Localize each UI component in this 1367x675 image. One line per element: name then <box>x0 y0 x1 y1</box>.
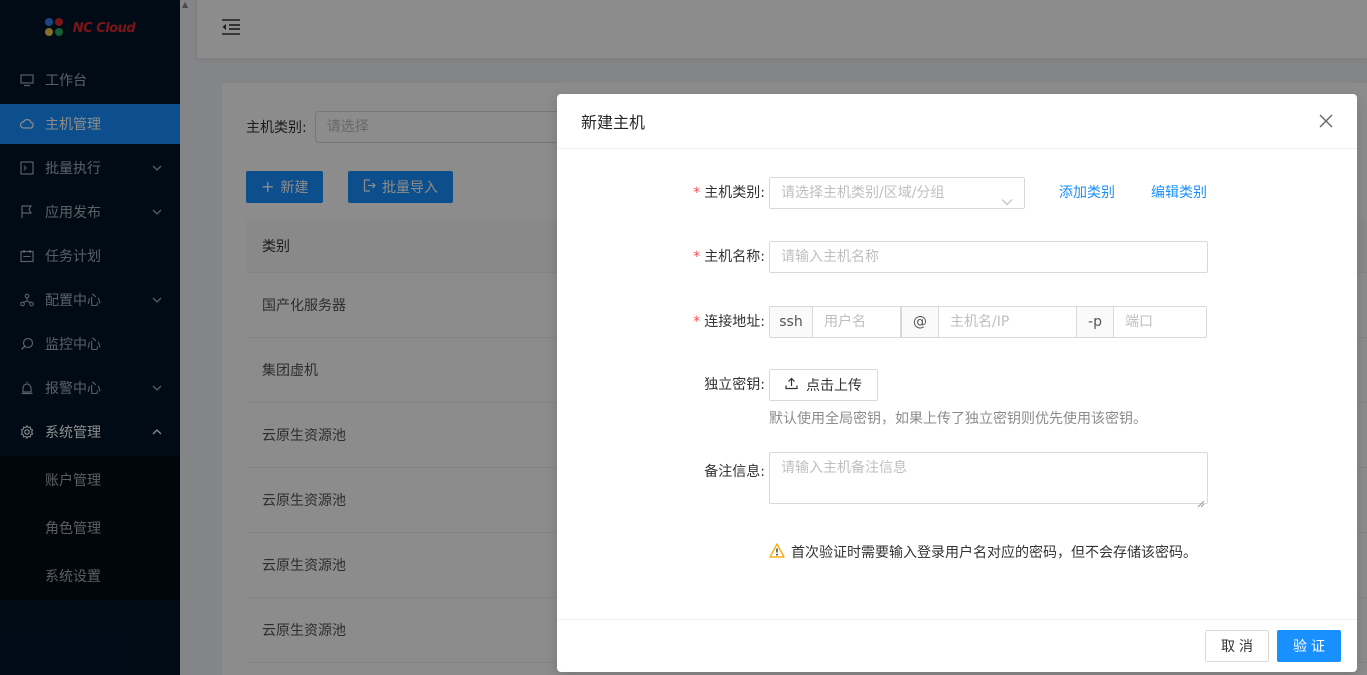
host-name-input[interactable]: 请输入主机名称 <box>769 241 1208 273</box>
name-label: * 主机名称: <box>693 249 765 265</box>
ssh-addon: ssh <box>769 306 813 338</box>
remark-label-text: 备注信息 <box>704 464 761 480</box>
remark-textarea[interactable]: 请输入主机备注信息 <box>769 452 1208 508</box>
hostname-input[interactable]: 主机名/IP <box>938 306 1077 338</box>
upload-button-label: 点击上传 <box>806 378 862 394</box>
new-host-modal: 新建主机 * 主机类别: 请选择主机类别/区域/分组 添加类别 编辑类别 * 主机名… <box>557 94 1357 672</box>
category-label-text: 主机类别 <box>704 185 761 201</box>
address-label-text: 连接地址 <box>704 314 761 330</box>
category-placeholder: 请选择主机类别/区域/分组 <box>781 185 945 201</box>
warning-text: 首次验证时需要输入登录用户名对应的密码，但不会存储该密码。 <box>791 545 1197 561</box>
name-label-text: 主机名称 <box>704 249 761 265</box>
edit-category-link[interactable]: 编辑类别 <box>1151 177 1207 209</box>
warning-icon <box>769 542 785 562</box>
key-help-text: 默认使用全局密钥，如果上传了独立密钥则优先使用该密钥。 <box>769 411 1147 427</box>
modal-title: 新建主机 <box>581 113 646 132</box>
required-mark: * <box>693 185 701 201</box>
port-input[interactable]: 端口 <box>1113 306 1207 338</box>
host-category-select[interactable]: 请选择主机类别/区域/分组 <box>769 177 1025 209</box>
add-category-link[interactable]: 添加类别 <box>1059 177 1115 209</box>
modal-footer: 取消 验证 <box>557 619 1357 672</box>
address-label: * 连接地址: <box>693 314 765 330</box>
chevron-down-icon <box>1001 188 1013 206</box>
close-icon[interactable] <box>1317 112 1335 130</box>
remark-placeholder: 请输入主机备注信息 <box>781 460 907 476</box>
at-addon: @ <box>901 306 939 338</box>
category-label: * 主机类别: <box>693 185 765 201</box>
required-mark: * <box>693 249 701 265</box>
verify-button[interactable]: 验证 <box>1277 630 1341 662</box>
key-label-text: 独立密钥 <box>704 377 761 393</box>
upload-key-button[interactable]: 点击上传 <box>769 369 878 401</box>
password-warning: 首次验证时需要输入登录用户名对应的密码，但不会存储该密码。 <box>769 542 1197 562</box>
resize-grip-icon[interactable] <box>1197 493 1205 508</box>
port-addon: -p <box>1076 306 1114 338</box>
key-label: 独立密钥: <box>704 377 765 393</box>
username-input[interactable]: 用户名 <box>812 306 901 338</box>
modal-header: 新建主机 <box>557 94 1357 149</box>
remark-label: 备注信息: <box>704 464 765 480</box>
upload-icon <box>785 377 798 394</box>
cancel-button[interactable]: 取消 <box>1205 630 1269 662</box>
required-mark: * <box>693 314 701 330</box>
